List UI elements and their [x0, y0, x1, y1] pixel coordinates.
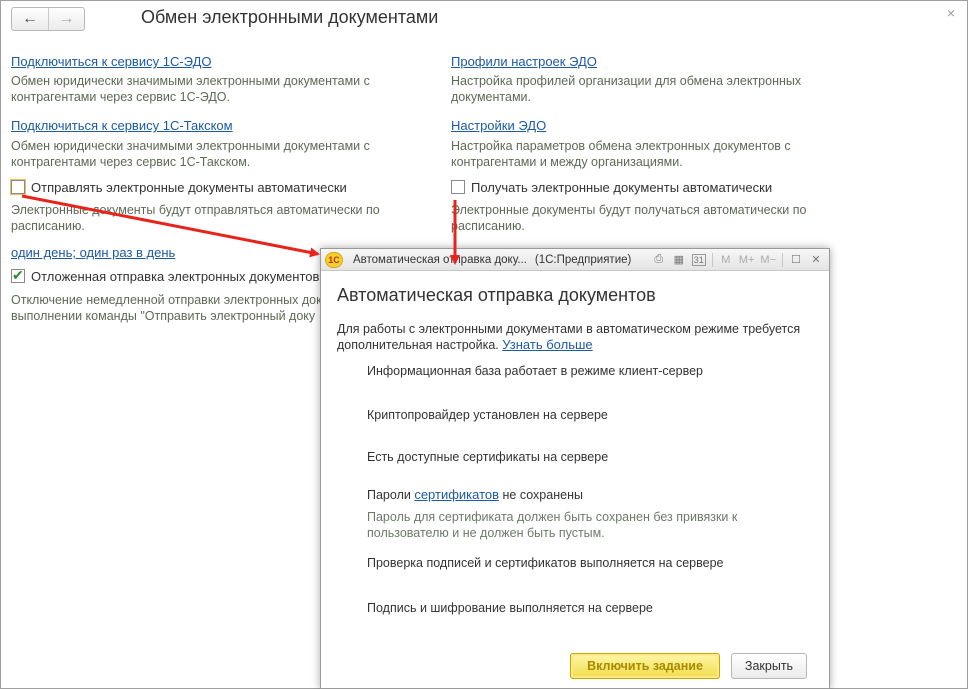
learn-more-link[interactable]: Узнать больше [502, 337, 592, 352]
back-icon[interactable]: ← [12, 8, 48, 30]
requirement-passwords-desc: Пароль для сертификата должен быть сохра… [367, 510, 738, 540]
deferred-send-checkbox[interactable] [11, 267, 25, 284]
dialog-heading: Автоматическая отправка документов [337, 285, 656, 305]
enable-task-button[interactable]: Включить задание [570, 653, 720, 679]
send-auto-option[interactable]: Отправлять электронные документы автомат… [10, 179, 347, 195]
deferred-send-label: Отложенная отправка электронных документ… [31, 269, 320, 284]
auto-send-dialog: 1С Автоматическая отправка доку... (1С:П… [320, 248, 830, 689]
deferred-send-desc-line1: Отключение немедленной отправки электрон… [11, 293, 321, 307]
toolbar-separator [711, 252, 713, 267]
connect-1c-taxcom-link[interactable]: Подключиться к сервису 1С-Такском [11, 118, 233, 133]
send-auto-checkbox[interactable] [10, 179, 26, 195]
connect-1c-taxcom-desc: Обмен юридически значимыми электронными … [11, 139, 370, 169]
memory-plus-icon[interactable]: M+ [739, 254, 755, 266]
receive-auto-option[interactable]: Получать электронные документы автоматич… [451, 180, 772, 195]
requirement-crypto-provider: Криптопровайдер установлен на сервере [367, 408, 608, 422]
close-icon[interactable]: × [947, 5, 955, 21]
memory-minus-icon[interactable]: M− [760, 254, 776, 266]
schedule-link[interactable]: один день; один раз в день [11, 245, 175, 260]
connect-1c-edo-desc: Обмен юридически значимыми электронными … [11, 74, 370, 104]
print-icon[interactable]: ⎙ [652, 253, 666, 266]
logo-1c-icon: 1С [325, 251, 343, 268]
certificates-link[interactable]: сертификатов [414, 487, 499, 502]
nav-buttons: ← → [11, 7, 85, 31]
requirement-certificates: Есть доступные сертификаты на сервере [367, 450, 609, 464]
deferred-send-option[interactable]: Отложенная отправка электронных документ… [11, 267, 320, 284]
maximize-icon[interactable]: ☐ [789, 253, 803, 266]
toolbar-separator [782, 252, 783, 267]
page-title: Обмен электронными документами [141, 7, 439, 27]
requirement-sign-encrypt: Подпись и шифрование выполняется на серв… [367, 601, 653, 615]
dialog-toolbar: ⎙ ▦ 31 M M+ M− ☐ ✕ [652, 252, 829, 267]
close-button[interactable]: Закрыть [731, 653, 807, 679]
forward-icon[interactable]: → [48, 8, 84, 30]
requirement-signature-check: Проверка подписей и сертификатов выполня… [367, 556, 724, 570]
req-passwords-prefix: Пароли [367, 488, 411, 502]
requirement-client-server: Информационная база работает в режиме кл… [367, 364, 703, 378]
calendar-icon[interactable]: 31 [691, 253, 706, 266]
receive-auto-desc: Электронные документы будут получаться а… [451, 203, 807, 233]
req-passwords-suffix: не сохранены [502, 488, 583, 502]
edo-profiles-link[interactable]: Профили настроек ЭДО [451, 54, 597, 69]
edo-settings-link[interactable]: Настройки ЭДО [451, 118, 546, 133]
dialog-intro: Для работы с электронными документами в … [337, 321, 817, 353]
requirement-passwords: Пароли сертификатов не сохранены [367, 487, 583, 502]
dialog-titlebar: 1С Автоматическая отправка доку... (1С:П… [321, 249, 829, 271]
connect-1c-edo-link[interactable]: Подключиться к сервису 1С-ЭДО [11, 54, 211, 69]
dialog-window-suffix: (1С:Предприятие) [534, 253, 632, 266]
edo-profiles-desc: Настройка профилей организации для обмен… [451, 74, 802, 104]
receive-auto-checkbox[interactable] [451, 180, 465, 194]
dialog-window-title: Автоматическая отправка доку... [353, 253, 527, 266]
send-auto-label: Отправлять электронные документы автомат… [31, 180, 347, 195]
memory-m-icon[interactable]: M [719, 254, 733, 266]
send-auto-desc: Электронные документы будут отправляться… [11, 203, 380, 233]
calculator-icon[interactable]: ▦ [672, 253, 686, 266]
deferred-send-desc-line2: выполнении команды "Отправить электронны… [11, 309, 316, 323]
close-icon[interactable]: ✕ [809, 253, 823, 266]
edo-settings-desc: Настройка параметров обмена электронных … [451, 139, 791, 169]
receive-auto-label: Получать электронные документы автоматич… [471, 180, 773, 195]
